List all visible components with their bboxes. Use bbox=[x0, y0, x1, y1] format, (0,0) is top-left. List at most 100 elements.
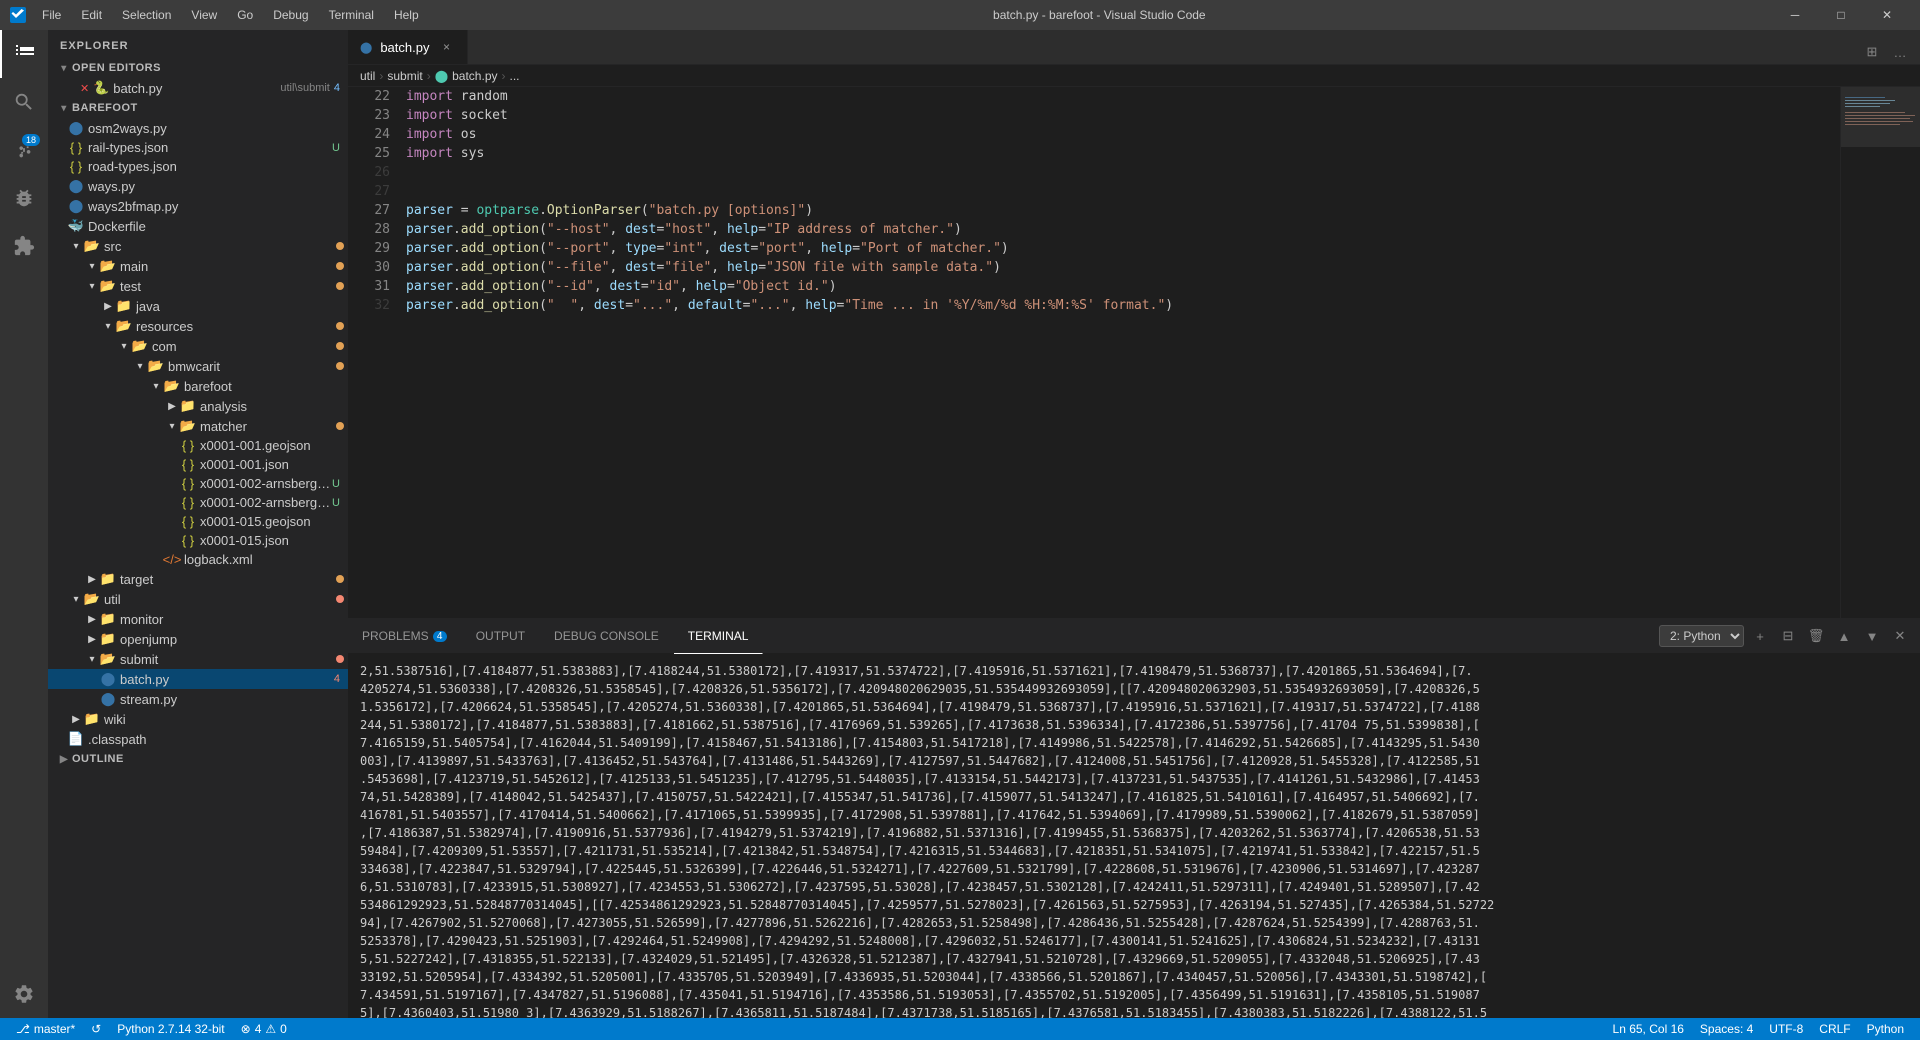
breadcrumb-util[interactable]: util bbox=[360, 69, 375, 83]
terminal-select[interactable]: 2: Python bbox=[1659, 625, 1744, 647]
tree-monitor[interactable]: ▶ 📁 monitor bbox=[48, 609, 348, 629]
breadcrumb-file[interactable]: batch.py bbox=[452, 69, 497, 83]
tree-bmwcarit[interactable]: ▾ 📂 bmwcarit bbox=[48, 356, 348, 376]
xml-icon: </> bbox=[164, 552, 180, 567]
open-editor-batch-py[interactable]: ✕ 🐍 batch.py util\submit 4 bbox=[48, 78, 348, 98]
tree-com[interactable]: ▾ 📂 com bbox=[48, 336, 348, 356]
status-errors[interactable]: ⊗ 4 ⚠ 0 bbox=[233, 1018, 295, 1040]
section-outline[interactable]: ▶ OUTLINE bbox=[48, 749, 348, 769]
code-content[interactable]: import random import socket import os im… bbox=[398, 87, 1840, 618]
tree-classpath[interactable]: 📄 .classpath bbox=[48, 729, 348, 749]
terminal-content[interactable]: 2,51.5387516],[7.4184877,51.5383883],[7.… bbox=[348, 654, 1920, 1018]
split-terminal-button[interactable]: ⊟ bbox=[1776, 624, 1800, 648]
maximize-button[interactable]: □ bbox=[1818, 0, 1864, 30]
minimize-button[interactable]: ─ bbox=[1772, 0, 1818, 30]
tree-wiki[interactable]: ▶ 📁 wiki bbox=[48, 709, 348, 729]
tree-x0001-015-json[interactable]: { } x0001-015.json bbox=[48, 531, 348, 550]
output-label: OUTPUT bbox=[476, 629, 525, 643]
folder-name: submit bbox=[120, 652, 336, 667]
folder-icon: 📂 bbox=[100, 278, 116, 294]
tab-output[interactable]: OUTPUT bbox=[462, 619, 540, 654]
tree-x0001-002-arnsberg-geojson[interactable]: { } x0001-002-arnsberg.geojson U bbox=[48, 474, 348, 493]
close-icon[interactable]: ✕ bbox=[80, 82, 89, 95]
tree-ways2bfmap[interactable]: ⬤ ways2bfmap.py bbox=[48, 196, 348, 216]
activity-search[interactable] bbox=[0, 78, 48, 126]
tree-resources[interactable]: ▾ 📂 resources bbox=[48, 316, 348, 336]
menu-view[interactable]: View bbox=[183, 6, 225, 24]
tree-barefoot-folder[interactable]: ▾ 📂 barefoot bbox=[48, 376, 348, 396]
tree-target[interactable]: ▶ 📁 target bbox=[48, 569, 348, 589]
tree-test[interactable]: ▾ 📂 test bbox=[48, 276, 348, 296]
activity-explorer[interactable] bbox=[0, 30, 48, 78]
activity-scm[interactable]: 18 bbox=[0, 126, 48, 174]
tab-close-button[interactable]: × bbox=[437, 38, 455, 56]
menu-terminal[interactable]: Terminal bbox=[321, 6, 382, 24]
activity-extensions[interactable] bbox=[0, 222, 48, 270]
tree-x0001-015-geojson[interactable]: { } x0001-015.geojson bbox=[48, 512, 348, 531]
tree-dockerfile[interactable]: 🐳 Dockerfile bbox=[48, 216, 348, 236]
tree-x0001-001-json[interactable]: { } x0001-001.json bbox=[48, 455, 348, 474]
menu-help[interactable]: Help bbox=[386, 6, 427, 24]
folder-icon: 📂 bbox=[180, 418, 196, 434]
close-button[interactable]: ✕ bbox=[1864, 0, 1910, 30]
tree-x0001-001-geojson[interactable]: { } x0001-001.geojson bbox=[48, 436, 348, 455]
kill-terminal-button[interactable]: 🗑 bbox=[1804, 624, 1828, 648]
tree-osm2ways[interactable]: ⬤ osm2ways.py bbox=[48, 118, 348, 138]
titlebar-menu[interactable]: File Edit Selection View Go Debug Termin… bbox=[34, 6, 427, 24]
folder-name: matcher bbox=[200, 419, 336, 434]
tree-logback[interactable]: </> logback.xml bbox=[48, 550, 348, 569]
tree-x0001-002-arnsberg-json[interactable]: { } x0001-002-arnsberg.json U bbox=[48, 493, 348, 512]
menu-go[interactable]: Go bbox=[229, 6, 261, 24]
menu-debug[interactable]: Debug bbox=[265, 6, 316, 24]
tab-debug-console[interactable]: DEBUG CONSOLE bbox=[540, 619, 674, 654]
section-open-editors[interactable]: ▾ OPEN EDITORS bbox=[48, 58, 348, 78]
ln-col-label: Ln 65, Col 16 bbox=[1613, 1022, 1684, 1036]
tree-main[interactable]: ▾ 📂 main bbox=[48, 256, 348, 276]
status-sync[interactable]: ↺ bbox=[83, 1018, 109, 1040]
breadcrumb-submit[interactable]: submit bbox=[387, 69, 422, 83]
menu-edit[interactable]: Edit bbox=[73, 6, 110, 24]
tree-matcher[interactable]: ▾ 📂 matcher bbox=[48, 416, 348, 436]
tree-ways-py[interactable]: ⬤ ways.py bbox=[48, 176, 348, 196]
panel-controls: 2: Python + ⊟ 🗑 ▲ ▼ ✕ bbox=[1659, 624, 1920, 648]
status-language[interactable]: Python bbox=[1859, 1018, 1912, 1040]
panel-close-button[interactable]: ✕ bbox=[1888, 624, 1912, 648]
panel-up-button[interactable]: ▲ bbox=[1832, 624, 1856, 648]
breadcrumb-more[interactable]: ... bbox=[510, 69, 520, 83]
error-icon: ⊗ bbox=[241, 1022, 251, 1036]
panel-down-button[interactable]: ▼ bbox=[1860, 624, 1884, 648]
tree-rail-types-json[interactable]: { } rail-types.json U bbox=[48, 138, 348, 157]
tree-stream-py[interactable]: ⬤ stream.py bbox=[48, 689, 348, 709]
section-barefoot[interactable]: ▾ BAREFOOT bbox=[48, 98, 348, 118]
status-line-ending[interactable]: CRLF bbox=[1811, 1018, 1858, 1040]
menu-file[interactable]: File bbox=[34, 6, 69, 24]
activity-debug[interactable] bbox=[0, 174, 48, 222]
tree-submit[interactable]: ▾ 📂 submit bbox=[48, 649, 348, 669]
status-spaces[interactable]: Spaces: 4 bbox=[1692, 1018, 1761, 1040]
json-icon: { } bbox=[180, 533, 196, 548]
tree-java[interactable]: ▶ 📁 java bbox=[48, 296, 348, 316]
more-button[interactable]: … bbox=[1888, 40, 1912, 64]
status-bar: ⎇ master* ↺ Python 2.7.14 32-bit ⊗ 4 ⚠ 0… bbox=[0, 1018, 1920, 1040]
tree-util[interactable]: ▾ 📂 util bbox=[48, 589, 348, 609]
tree-openjump[interactable]: ▶ 📁 openjump bbox=[48, 629, 348, 649]
tree-road-types-json[interactable]: { } road-types.json bbox=[48, 157, 348, 176]
tab-terminal[interactable]: TERMINAL bbox=[674, 619, 764, 654]
split-editor-button[interactable]: ⊞ bbox=[1860, 40, 1884, 64]
menu-selection[interactable]: Selection bbox=[114, 6, 179, 24]
folder-icon: 📂 bbox=[100, 258, 116, 274]
add-terminal-button[interactable]: + bbox=[1748, 624, 1772, 648]
tab-problems[interactable]: PROBLEMS 4 bbox=[348, 619, 462, 654]
tree-analysis[interactable]: ▶ 📁 analysis bbox=[48, 396, 348, 416]
folder-name: analysis bbox=[200, 399, 348, 414]
status-encoding[interactable]: UTF-8 bbox=[1761, 1018, 1811, 1040]
activity-settings[interactable] bbox=[0, 970, 48, 1018]
window-controls[interactable]: ─ □ ✕ bbox=[1772, 0, 1910, 30]
tree-src[interactable]: ▾ 📂 src bbox=[48, 236, 348, 256]
tab-batch-py[interactable]: ⬤ batch.py × bbox=[348, 30, 468, 64]
status-python[interactable]: Python 2.7.14 32-bit bbox=[109, 1018, 232, 1040]
tree-batch-py[interactable]: ⬤ batch.py 4 bbox=[48, 669, 348, 689]
file-name: osm2ways.py bbox=[88, 121, 348, 136]
status-branch[interactable]: ⎇ master* bbox=[8, 1018, 83, 1040]
status-ln-col[interactable]: Ln 65, Col 16 bbox=[1605, 1018, 1692, 1040]
